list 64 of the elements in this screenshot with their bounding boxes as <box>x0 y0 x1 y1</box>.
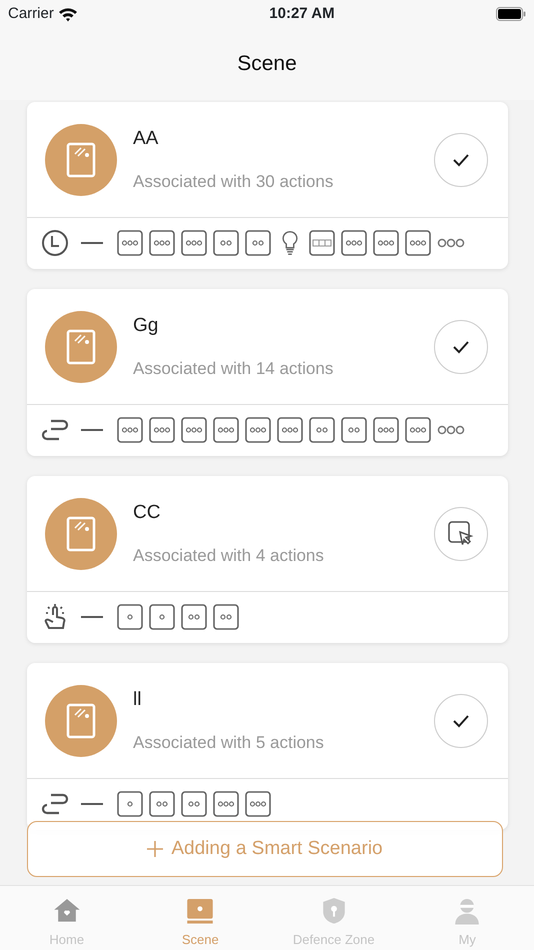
run-scene-button[interactable] <box>434 132 488 186</box>
scene-card[interactable]: Gg Associated with 14 actions <box>27 289 508 456</box>
switch-icon <box>277 417 303 443</box>
check-icon <box>452 152 470 166</box>
add-scenario-button[interactable]: Adding a Smart Scenario <box>27 821 503 877</box>
switch-icon <box>117 417 143 443</box>
check-icon <box>452 714 470 728</box>
door-icon <box>66 702 96 738</box>
check-icon <box>452 340 470 354</box>
switch-icon <box>117 230 143 256</box>
switch-icon <box>341 417 367 443</box>
switch-icon <box>213 604 239 630</box>
switch-icon <box>245 791 271 817</box>
switch-icon <box>181 230 207 256</box>
switch-icon <box>341 230 367 256</box>
switch-icon <box>149 791 175 817</box>
page-title: Scene <box>237 51 297 78</box>
switch-icon <box>213 230 239 256</box>
plus-icon <box>147 841 164 857</box>
curtain-switch-icon <box>309 230 335 256</box>
battery-icon <box>496 7 526 21</box>
door-icon <box>66 516 96 552</box>
switch-icon <box>213 791 239 817</box>
door-icon <box>66 142 96 178</box>
loop-arrow-icon <box>41 417 69 443</box>
scene-action-count: Associated with 4 actions <box>133 545 325 567</box>
scene-card[interactable]: CC Associated with 4 actions <box>27 476 508 643</box>
switch-icon <box>213 417 239 443</box>
switch-icon <box>149 230 175 256</box>
scene-action-count: Associated with 5 actions <box>133 732 325 754</box>
scene-card[interactable]: ll Associated with 5 actions <box>27 663 508 830</box>
manual-run-button[interactable] <box>434 506 488 560</box>
scene-action-count: Associated with 30 actions <box>133 171 334 193</box>
switch-icon <box>181 604 207 630</box>
scene-name: AA <box>133 126 160 150</box>
switch-icon <box>373 417 399 443</box>
door-icon <box>66 328 96 364</box>
tab-bar-item[interactable]: Scene <box>134 886 267 950</box>
switch-icon <box>149 417 175 443</box>
switch-icon <box>309 417 335 443</box>
scene-name: ll <box>133 688 142 712</box>
run-scene-button[interactable] <box>434 320 488 374</box>
scene-icon <box>185 896 216 926</box>
switch-icon <box>405 230 431 256</box>
switch-icon <box>245 230 271 256</box>
switch-icon <box>405 417 431 443</box>
switch-icon <box>117 604 143 630</box>
scene-action-count: Associated with 14 actions <box>133 358 334 380</box>
switch-icon <box>181 417 207 443</box>
wifi-icon <box>58 6 78 22</box>
switch-icon <box>245 417 271 443</box>
run-scene-button[interactable] <box>434 694 488 748</box>
scene-name: Gg <box>133 314 160 338</box>
clock-time: 10:27 AM <box>269 4 335 24</box>
scene-card[interactable]: AA Associated with 30 actions <box>27 102 508 269</box>
clock-icon <box>41 229 69 257</box>
switch-icon <box>181 791 207 817</box>
cursor-icon <box>448 520 474 546</box>
switch-icon <box>373 230 399 256</box>
loop-arrow-icon <box>41 791 69 817</box>
switch-icon <box>117 791 143 817</box>
scene-name: CC <box>133 500 162 524</box>
carrier-name: Carrier <box>8 4 54 24</box>
switch-icon <box>149 604 175 630</box>
